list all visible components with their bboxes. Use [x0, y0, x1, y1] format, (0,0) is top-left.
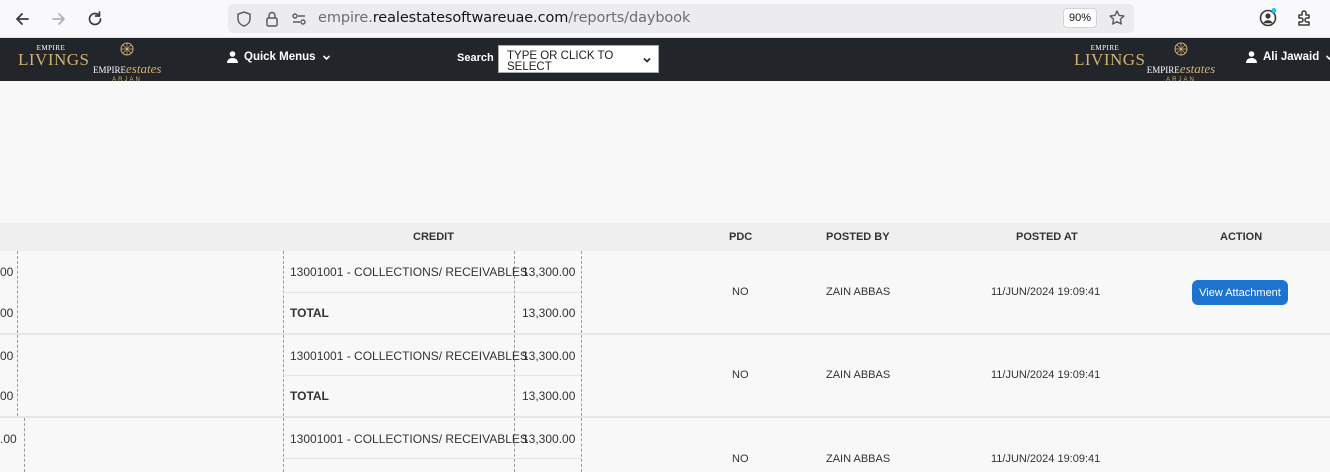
search-label: Search [457, 52, 494, 64]
debit-total-amount: 00 [0, 389, 14, 403]
column-divider [24, 418, 25, 472]
extensions-icon[interactable] [1295, 8, 1315, 28]
credit-account: 13001001 - COLLECTIONS/ RECEIVABLES [290, 432, 528, 446]
debit-amount: 00 [0, 349, 14, 363]
logo-arjan-text: ARJAN [112, 77, 142, 83]
posted-at-value: 11/JUN/2024 19:09:41 [991, 286, 1101, 298]
logo-emblem-icon [1174, 42, 1188, 56]
logo-livings-text: LIVINGS [1074, 50, 1146, 69]
header-pdc: PDC [729, 231, 753, 243]
row-separator [0, 333, 1330, 335]
chevron-down-icon [1326, 54, 1330, 60]
row-separator [0, 416, 1330, 418]
url-bar[interactable]: empire.realestatesoftwareuae.com/reports… [228, 4, 1134, 33]
logo-estates-text: EMPIREestates [93, 61, 162, 76]
bookmark-star-icon[interactable] [1108, 9, 1126, 27]
pdc-value: NO [732, 453, 749, 465]
posted-by-value: ZAIN ABBAS [826, 369, 891, 381]
row-divider [283, 375, 581, 376]
user-menu[interactable]: Ali Jawaid [1246, 51, 1330, 63]
row-divider [283, 292, 581, 293]
lock-icon [266, 11, 278, 27]
search-placeholder: TYPE OR CLICK TO SELECT [507, 50, 614, 73]
pdc-value: NO [732, 369, 749, 381]
credit-amount: 13,300.00 [522, 265, 576, 279]
empire-livings-logo[interactable]: EMPIRE LIVINGS [18, 44, 90, 87]
search-select[interactable]: TYPE OR CLICK TO SELECT [498, 45, 659, 73]
header-action: ACTION [1220, 231, 1263, 243]
empire-livings-logo-right[interactable]: EMPIRE LIVINGS [1074, 44, 1146, 87]
reload-icon [88, 11, 102, 26]
arrow-right-icon [52, 13, 65, 25]
user-icon [1246, 51, 1257, 63]
header-posted-by: POSTED BY [826, 231, 890, 243]
logo-livings-text: LIVINGS [18, 50, 90, 69]
arrow-left-icon [16, 13, 29, 25]
total-amount: 13,300.00 [522, 306, 576, 320]
account-icon[interactable] [1258, 8, 1278, 28]
url-text: empire.realestatesoftwareuae.com/reports… [318, 10, 691, 26]
empire-estates-logo[interactable]: EMPIREestates ARJAN [93, 42, 161, 85]
debit-amount: 00 [0, 265, 14, 279]
permissions-icon [292, 13, 306, 25]
browser-toolbar: empire.realestatesoftwareuae.com/reports… [0, 0, 1330, 38]
column-divider [581, 418, 582, 472]
column-divider [17, 251, 18, 333]
quick-menus-dropdown[interactable]: Quick Menus [227, 51, 331, 63]
posted-by-value: ZAIN ABBAS [826, 453, 891, 465]
total-amount: 13,300.00 [522, 389, 576, 403]
column-divider [17, 335, 18, 416]
posted-by-value: ZAIN ABBAS [826, 286, 891, 298]
debit-total-amount: 00 [0, 306, 14, 320]
header-credit: CREDIT [413, 231, 454, 243]
table-header: CREDIT PDC POSTED BY POSTED AT ACTION [0, 223, 1330, 251]
column-divider [283, 418, 284, 472]
forward-button[interactable] [46, 6, 72, 32]
total-label: TOTAL [290, 389, 329, 403]
empire-estates-logo-right[interactable]: EMPIREestates ARJAN [1146, 42, 1216, 85]
logo-estates-text: EMPIREestates [1146, 61, 1216, 76]
credit-amount: 13,300.00 [522, 349, 576, 363]
back-button[interactable] [9, 6, 35, 32]
zoom-indicator[interactable]: 90% [1063, 8, 1097, 28]
posted-at-value: 11/JUN/2024 19:09:41 [991, 369, 1101, 381]
posted-at-value: 11/JUN/2024 19:09:41 [991, 453, 1101, 465]
app-navbar: EMPIRE LIVINGS EMPIREestates ARJAN Quick… [0, 38, 1330, 83]
column-divider [581, 335, 582, 416]
logo-arjan-text: ARJAN [1166, 77, 1196, 83]
header-posted-at: POSTED AT [1016, 231, 1078, 243]
row-divider [283, 458, 581, 459]
chevron-down-icon [643, 57, 651, 63]
chevron-down-icon [322, 54, 330, 60]
user-name: Ali Jawaid [1263, 51, 1320, 63]
view-attachment-button[interactable]: View Attachment [1192, 280, 1288, 305]
debit-amount: .00 [0, 432, 17, 446]
credit-amount: 13,300.00 [522, 432, 576, 446]
logo-emblem-icon [120, 42, 134, 56]
user-icon [227, 51, 238, 63]
reload-button[interactable] [82, 6, 108, 32]
credit-account: 13001001 - COLLECTIONS/ RECEIVABLES [290, 265, 528, 279]
quick-menus-label: Quick Menus [244, 51, 316, 63]
column-divider [581, 251, 582, 333]
shield-icon [237, 11, 251, 27]
pdc-value: NO [732, 286, 749, 298]
total-label: TOTAL [290, 306, 329, 320]
credit-account: 13001001 - COLLECTIONS/ RECEIVABLES [290, 349, 528, 363]
